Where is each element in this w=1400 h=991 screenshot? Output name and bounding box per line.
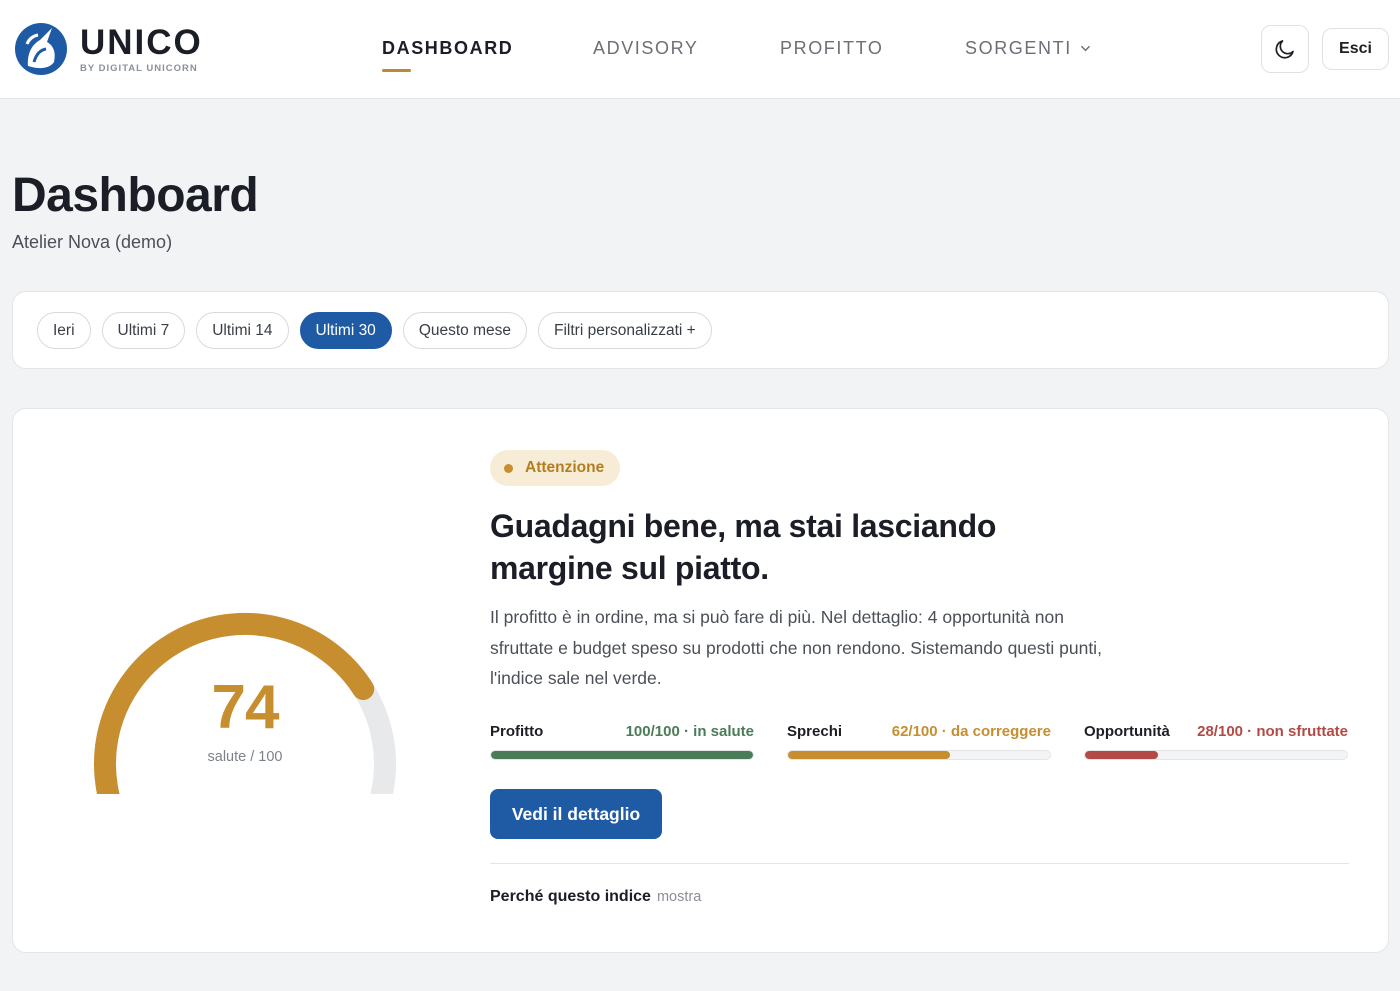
brand-logo[interactable]: UNICO BY DIGITAL UNICORN: [14, 22, 203, 76]
health-description: Il profitto è in ordine, ma si può fare …: [490, 607, 1102, 688]
page-subtitle: Atelier Nova (demo): [12, 232, 173, 252]
filter-chip-ieri[interactable]: Ieri: [37, 312, 91, 349]
nav-item-sorgenti[interactable]: SORGENTI: [965, 38, 1091, 59]
status-dot: [504, 463, 513, 473]
unicorn-logo-icon: [15, 23, 67, 75]
brand-name: UNICO: [80, 22, 203, 62]
nav-item-profitto[interactable]: PROFITTO: [780, 38, 883, 59]
nav-item-advisory[interactable]: ADVISORY: [593, 38, 699, 59]
section-divider: [490, 863, 1349, 864]
chevron-down-icon: [1080, 45, 1090, 52]
metric-progress-track: [787, 750, 1051, 760]
page-title: Dashboard: [12, 169, 259, 222]
metric-sprechi: Sprechi 62/100 · da correggere: [787, 723, 1051, 760]
why-index-row: Perché questo indice mostra: [490, 888, 701, 906]
status-label: Attenzione: [525, 459, 605, 476]
active-tab-indicator: [382, 69, 411, 72]
filter-chip-custom[interactable]: Filtri personalizzati +: [538, 312, 712, 349]
date-filter-card: Ieri Ultimi 7 Ultimi 14 Ultimi 30 Questo…: [12, 291, 1389, 369]
metric-profitto: Profitto 100/100 · in salute: [490, 723, 754, 760]
why-index-toggle[interactable]: mostra: [657, 889, 701, 905]
metric-opportunita: Opportunità 28/100 · non sfruttate: [1084, 723, 1348, 760]
metric-progress-track: [1084, 750, 1348, 760]
health-score-label: salute / 100: [207, 749, 283, 765]
health-score-card: 74 salute / 100 Attenzione Guadagni bene…: [12, 408, 1389, 953]
theme-toggle-button[interactable]: [1261, 25, 1309, 73]
filter-chip-questo-mese[interactable]: Questo mese: [402, 312, 527, 349]
metric-label: Profitto: [490, 723, 544, 740]
logout-button[interactable]: Esci: [1322, 28, 1389, 70]
filter-chip-ultimi-30[interactable]: Ultimi 30: [299, 312, 392, 349]
health-score-value: 74: [211, 673, 280, 742]
metric-label: Sprechi: [787, 723, 843, 740]
metric-progress-fill: [1085, 751, 1159, 759]
health-gauge: 74 salute / 100: [85, 604, 405, 794]
why-index-label: Perché questo indice: [490, 888, 651, 905]
top-navigation-bar: UNICO BY DIGITAL UNICORN DASHBOARD ADVIS…: [0, 0, 1400, 99]
filter-chip-ultimi-14[interactable]: Ultimi 14: [196, 312, 289, 349]
brand-text: UNICO BY DIGITAL UNICORN: [80, 22, 203, 74]
date-filter-chips: Ieri Ultimi 7 Ultimi 14 Ultimi 30 Questo…: [37, 312, 712, 349]
filter-chip-ultimi-7[interactable]: Ultimi 7: [101, 312, 186, 349]
nav-item-label: ADVISORY: [593, 38, 699, 58]
moon-icon: [1275, 40, 1294, 59]
metric-value: 28/100 · non sfruttate: [1197, 723, 1348, 740]
nav-item-label: SORGENTI: [965, 38, 1072, 58]
metric-value: 100/100 · in salute: [625, 723, 754, 740]
nav-item-label: DASHBOARD: [382, 38, 514, 58]
nav-item-label: PROFITTO: [780, 38, 884, 58]
metric-progress-fill: [491, 751, 753, 759]
metric-progress-fill: [788, 751, 951, 759]
status-badge: Attenzione: [490, 450, 621, 486]
metric-progress-track: [490, 750, 754, 760]
metric-value: 62/100 · da correggere: [891, 723, 1051, 740]
brand-tagline: BY DIGITAL UNICORN: [80, 62, 198, 74]
view-detail-button[interactable]: Vedi il dettaglio: [490, 789, 662, 839]
metric-label: Opportunità: [1084, 723, 1170, 740]
nav-item-dashboard[interactable]: DASHBOARD: [382, 38, 514, 72]
health-headline: Guadagni bene, ma stai lasciando margine…: [490, 508, 997, 586]
